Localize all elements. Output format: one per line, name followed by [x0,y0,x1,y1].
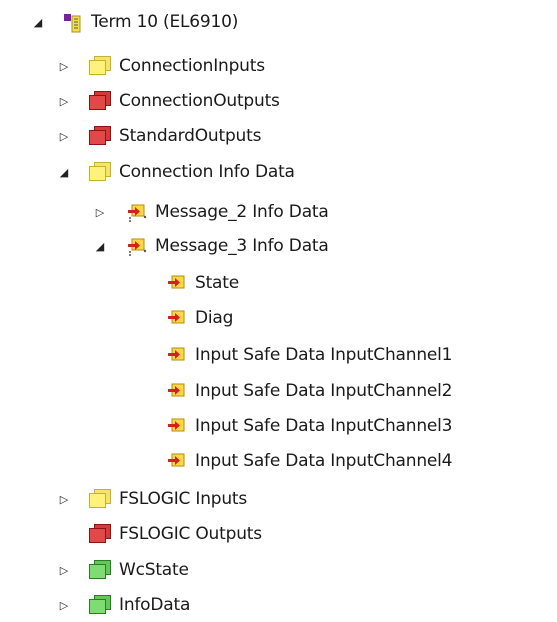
tree-item-input-channel-4[interactable]: Input Safe Data InputChannel4 [148,444,453,478]
collapsed-toggle-icon[interactable]: ▷ [56,553,72,587]
tree-item-label: InfoData [119,595,191,615]
expanded-toggle-icon[interactable]: ◢ [92,229,108,263]
yellow-stack-icon [88,487,112,511]
variable-icon [164,306,188,330]
tree-item-label: Input Safe Data InputChannel3 [195,416,453,436]
tree-item-label: ConnectionInputs [119,56,265,76]
green-stack-icon [88,593,112,617]
tree-item-label: Message_2 Info Data [155,202,329,222]
tree-item-wcstate[interactable]: ▷ WcState [56,553,189,587]
expanded-toggle-icon[interactable]: ◢ [56,155,72,189]
tree-item-label: FSLOGIC Inputs [119,489,248,509]
tree-item-label: WcState [119,560,189,580]
tree-item-connection-outputs[interactable]: ▷ ConnectionOutputs [56,84,280,118]
tree-item-label: Message_3 Info Data [155,236,329,256]
linked-variable-icon [124,234,148,258]
tree-item-input-channel-3[interactable]: Input Safe Data InputChannel3 [148,409,453,443]
red-stack-icon [88,522,112,546]
yellow-stack-icon [88,54,112,78]
tree-item-message-2-info-data[interactable]: ▷ Message_2 Info Data [92,195,329,229]
variable-icon [164,271,188,295]
tree-item-label: Input Safe Data InputChannel2 [195,381,453,401]
expanded-toggle-icon[interactable]: ◢ [30,5,46,39]
tree-item-label: ConnectionOutputs [119,91,280,111]
tree-item-diag[interactable]: Diag [148,301,233,335]
tree-item-message-3-info-data[interactable]: ◢ Message_3 Info Data [92,229,329,263]
tree-item-fslogic-outputs[interactable]: FSLOGIC Outputs [56,517,262,551]
green-stack-icon [88,558,112,582]
tree-item-standard-outputs[interactable]: ▷ StandardOutputs [56,119,261,153]
variable-icon [164,379,188,403]
yellow-stack-icon [88,160,112,184]
tree-item-connection-inputs[interactable]: ▷ ConnectionInputs [56,49,265,83]
collapsed-toggle-icon[interactable]: ▷ [56,588,72,622]
tree-item-label: FSLOGIC Outputs [119,524,262,544]
terminal-icon [60,10,84,34]
tree-item-state[interactable]: State [148,266,239,300]
tree-item-label: Connection Info Data [119,162,295,182]
collapsed-toggle-icon[interactable]: ▷ [56,49,72,83]
collapsed-toggle-icon[interactable]: ▷ [56,84,72,118]
tree-item-label: Diag [195,308,234,328]
red-stack-icon [88,89,112,113]
linked-variable-icon [124,200,148,224]
tree-item-label: Input Safe Data InputChannel4 [195,451,453,471]
tree-item-label: Input Safe Data InputChannel1 [195,345,453,365]
tree-item-label: State [195,273,239,293]
variable-icon [164,343,188,367]
tree-item-infodata[interactable]: ▷ InfoData [56,588,190,622]
collapsed-toggle-icon[interactable]: ▷ [56,482,72,516]
tree-item-label: Term 10 (EL6910) [91,12,239,32]
tree-item-input-channel-1[interactable]: Input Safe Data InputChannel1 [148,338,453,372]
red-stack-icon [88,124,112,148]
tree-item-term-10[interactable]: ◢ Term 10 (EL6910) [30,5,238,39]
variable-icon [164,414,188,438]
tree-item-fslogic-inputs[interactable]: ▷ FSLOGIC Inputs [56,482,247,516]
collapsed-toggle-icon[interactable]: ▷ [56,119,72,153]
variable-icon [164,449,188,473]
tree-item-label: StandardOutputs [119,126,262,146]
tree-item-connection-info-data[interactable]: ◢ Connection Info Data [56,155,295,189]
tree-item-input-channel-2[interactable]: Input Safe Data InputChannel2 [148,374,453,408]
tree-view: ◢ Term 10 (EL6910) ▷ ConnectionInputs ▷ … [0,0,557,621]
collapsed-toggle-icon[interactable]: ▷ [92,195,108,229]
